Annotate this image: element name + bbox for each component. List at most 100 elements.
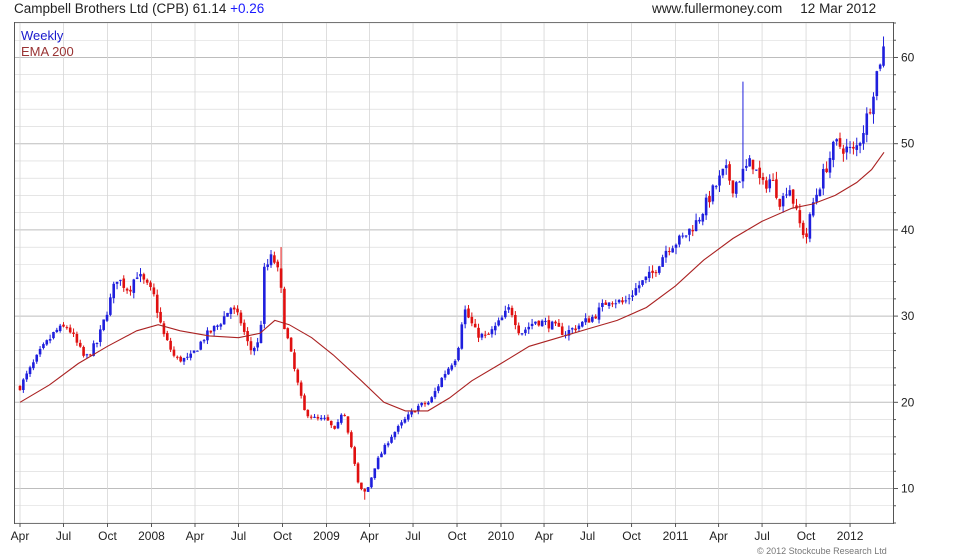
candle-up bbox=[644, 276, 648, 281]
candle-up bbox=[450, 365, 454, 370]
candle-up bbox=[52, 332, 55, 339]
candle-down bbox=[162, 323, 166, 335]
candle-up bbox=[427, 402, 430, 405]
candle-down bbox=[547, 320, 551, 329]
candle-up bbox=[684, 235, 688, 237]
x-tick-label: 2009 bbox=[313, 529, 340, 543]
candle-down bbox=[129, 289, 132, 292]
candle-up bbox=[624, 300, 628, 302]
legend-weekly: Weekly bbox=[21, 28, 64, 43]
candle-down bbox=[477, 327, 480, 338]
x-tick-label: 2012 bbox=[837, 529, 864, 543]
candle-up bbox=[433, 391, 437, 398]
candle-up bbox=[631, 295, 634, 297]
candle-down bbox=[838, 138, 842, 147]
candle-up bbox=[828, 157, 832, 173]
candle-down bbox=[751, 159, 755, 170]
candle-up bbox=[490, 329, 494, 335]
candle-down bbox=[276, 261, 280, 268]
candle-up bbox=[832, 141, 835, 160]
candle-down bbox=[152, 287, 156, 295]
candle-down bbox=[473, 323, 477, 328]
candle-up bbox=[872, 96, 875, 115]
candle-down bbox=[18, 386, 22, 391]
candle-down bbox=[273, 255, 276, 263]
candle-down bbox=[731, 180, 735, 194]
candle-down bbox=[316, 416, 320, 419]
candle-up bbox=[634, 288, 638, 295]
candle-down bbox=[825, 168, 828, 173]
candle-up bbox=[724, 165, 728, 169]
candle-down bbox=[326, 417, 330, 421]
candle-up bbox=[102, 319, 105, 330]
candle-up bbox=[447, 368, 450, 375]
candle-up bbox=[28, 367, 32, 375]
candle-up bbox=[878, 64, 882, 69]
candle-up bbox=[38, 348, 42, 355]
candle-up bbox=[58, 325, 62, 331]
candle-up bbox=[259, 324, 263, 343]
candle-up bbox=[95, 342, 99, 344]
candle-down bbox=[145, 279, 149, 283]
candle-down bbox=[557, 322, 561, 327]
candle-down bbox=[413, 411, 417, 413]
candle-up bbox=[524, 329, 527, 333]
candle-up bbox=[229, 308, 233, 315]
candle-up bbox=[400, 422, 403, 426]
candle-up bbox=[376, 457, 380, 469]
candle-down bbox=[765, 180, 768, 189]
candle-up bbox=[534, 321, 537, 324]
candle-down bbox=[778, 198, 782, 207]
candle-down bbox=[510, 307, 514, 316]
x-tick-label: Jul bbox=[580, 529, 595, 543]
y-tick-label: 10 bbox=[901, 482, 915, 496]
candle-up bbox=[845, 146, 849, 153]
candle-down bbox=[236, 308, 239, 313]
candle-down bbox=[62, 324, 65, 327]
candle-down bbox=[852, 146, 855, 149]
x-tick-label: Apr bbox=[11, 529, 30, 543]
candle-down bbox=[621, 300, 624, 303]
candle-down bbox=[574, 328, 577, 331]
candle-down bbox=[306, 409, 310, 417]
candle-down bbox=[487, 333, 490, 335]
candle-down bbox=[560, 326, 564, 335]
candle-up bbox=[45, 340, 49, 345]
candle-up bbox=[865, 113, 869, 135]
candle-up bbox=[882, 46, 885, 66]
candle-up bbox=[139, 273, 142, 277]
candle-up bbox=[580, 321, 584, 327]
candle-up bbox=[35, 354, 39, 362]
candle-down bbox=[72, 332, 75, 334]
candle-down bbox=[249, 341, 253, 351]
candle-down bbox=[169, 340, 172, 350]
candle-up bbox=[403, 419, 407, 423]
candle-down bbox=[554, 321, 557, 324]
candle-up bbox=[42, 344, 45, 349]
candle-up bbox=[504, 310, 507, 318]
price-chart: 10 20 30 40 50 60 Apr Jul Oct 2008 Apr Jul Oct 2009 Ap… bbox=[11, 22, 915, 543]
candle-down bbox=[309, 416, 313, 418]
candle-down bbox=[708, 196, 711, 203]
candle-up bbox=[390, 436, 393, 443]
candle-up bbox=[718, 175, 721, 186]
candle-down bbox=[353, 447, 356, 464]
candle-up bbox=[671, 248, 674, 253]
candle-up bbox=[785, 194, 788, 196]
candle-up bbox=[406, 414, 410, 420]
x-tick-label: Oct bbox=[273, 529, 292, 543]
candle-up bbox=[366, 487, 370, 492]
candle-up bbox=[22, 379, 25, 391]
candle-up bbox=[319, 417, 323, 420]
candle-up bbox=[263, 266, 266, 324]
candle-up bbox=[698, 219, 701, 222]
candle-up bbox=[222, 316, 226, 325]
candle-up bbox=[493, 325, 497, 331]
x-tick-label: 2010 bbox=[488, 529, 515, 543]
candle-up bbox=[755, 169, 758, 171]
candle-up bbox=[393, 431, 397, 438]
candle-up bbox=[336, 422, 340, 429]
candle-down bbox=[801, 222, 805, 235]
candle-up bbox=[862, 133, 865, 144]
candle-up bbox=[704, 197, 708, 216]
